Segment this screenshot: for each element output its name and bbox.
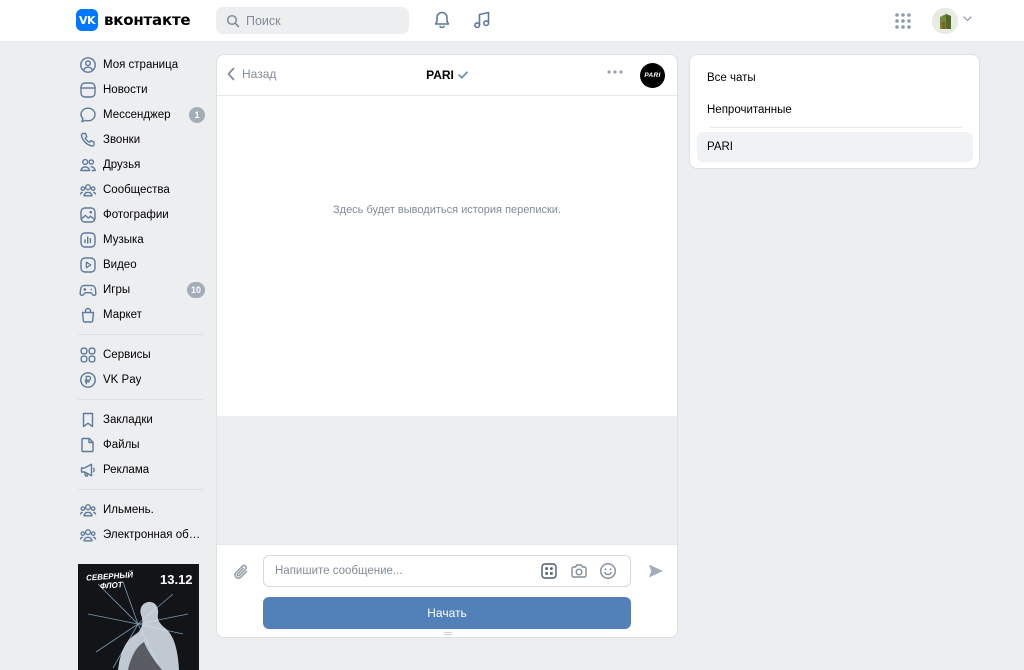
- sidebar-item-news[interactable]: Новости: [76, 77, 206, 102]
- sidebar-item-label: Игры: [103, 283, 131, 296]
- sidebar-item-label: Друзья: [103, 158, 141, 171]
- camera-icon[interactable]: [570, 562, 588, 580]
- sidebar-item-label: Реклама: [103, 463, 150, 476]
- start-button[interactable]: Начать: [263, 597, 631, 629]
- phone-icon: [79, 131, 97, 149]
- sidebar-item-bookmarks[interactable]: Закладки: [76, 407, 206, 432]
- chat-panel: Назад PARI PARI Здесь будет выводиться и…: [216, 54, 678, 638]
- chat-header: Назад PARI PARI: [217, 55, 677, 96]
- message-composer-area: Начать: [217, 544, 677, 637]
- sidebar-item-games[interactable]: Игры 10: [76, 277, 206, 302]
- vkpay-icon: [79, 371, 97, 389]
- chevron-down-icon[interactable]: [963, 16, 972, 22]
- sidebar-item-label: Видео: [103, 258, 137, 271]
- video-icon: [79, 256, 97, 274]
- chat-avatar[interactable]: PARI: [640, 63, 665, 88]
- photo-icon: [79, 206, 97, 224]
- sidebar-item-services[interactable]: Сервисы: [76, 342, 206, 367]
- top-header: VK вконтакте: [0, 0, 1024, 42]
- chat-history-area: [217, 416, 677, 544]
- sidebar-item-video[interactable]: Видео: [76, 252, 206, 277]
- gamepad-icon: [79, 281, 97, 299]
- more-dots-icon[interactable]: [606, 69, 624, 75]
- chat-title-text: PARI: [426, 68, 454, 82]
- news-icon: [79, 81, 97, 99]
- music-note-icon[interactable]: [472, 10, 492, 30]
- sidebar-item-my-page[interactable]: Моя страница: [76, 52, 206, 77]
- communities-icon: [79, 181, 97, 199]
- filter-all-chats[interactable]: Все чаты: [697, 63, 973, 93]
- sidebar-divider: [78, 334, 203, 335]
- sidebar-item-photos[interactable]: Фотографии: [76, 202, 206, 227]
- counter-badge: 10: [186, 282, 205, 298]
- sidebar-item-music[interactable]: Музыка: [76, 227, 206, 252]
- sidebar-item-label: Мессенджер: [103, 108, 171, 121]
- paperclip-icon[interactable]: [232, 562, 252, 582]
- chat-bubble-icon: [79, 106, 97, 124]
- sidebar-item-market[interactable]: Маркет: [76, 302, 206, 327]
- music-icon: [79, 231, 97, 249]
- bookmark-icon: [79, 411, 97, 429]
- chat-filter-panel: Все чаты Непрочитанные PARI: [689, 54, 980, 169]
- counter-badge: 1: [189, 107, 205, 123]
- resize-grip-icon[interactable]: [444, 632, 452, 635]
- send-arrow-icon[interactable]: [647, 562, 665, 580]
- sidebar-item-friends[interactable]: Друзья: [76, 152, 206, 177]
- filter-divider: [710, 127, 962, 128]
- bot-keyboard-icon[interactable]: [541, 563, 557, 579]
- sidebar-item-messenger[interactable]: Мессенджер 1: [76, 102, 206, 127]
- left-sidebar: Моя страница Новости Мессенджер 1 Звонки Друз…: [76, 52, 206, 547]
- sidebar-item-ads[interactable]: Реклама: [76, 457, 206, 482]
- sidebar-item-label: Файлы: [103, 438, 140, 451]
- sidebar-item-label: Новости: [103, 83, 148, 96]
- sidebar-item-ilmen[interactable]: Ильмень.: [76, 497, 206, 522]
- sidebar-item-label: Моя страница: [103, 58, 179, 71]
- sidebar-item-label: Сервисы: [103, 348, 151, 361]
- megaphone-icon: [79, 461, 97, 479]
- search-input[interactable]: [246, 13, 396, 28]
- promo-date: 13.12: [160, 572, 193, 587]
- user-circle-icon: [79, 56, 97, 74]
- promo-banner[interactable]: СЕВЕРНЫЙ ФЛОТ 13.12: [78, 564, 199, 670]
- file-icon: [79, 436, 97, 454]
- vk-logo-text: вконтакте: [104, 11, 191, 29]
- search-icon: [226, 14, 240, 28]
- community-icon: [79, 526, 97, 544]
- empty-history-text: Здесь будет выводиться история переписки…: [333, 204, 561, 216]
- filter-unread[interactable]: Непрочитанные: [697, 95, 973, 125]
- promo-title-2: ФЛОТ: [99, 580, 123, 591]
- sidebar-item-label: Музыка: [103, 233, 144, 246]
- sidebar-divider: [78, 399, 203, 400]
- apps-grid-icon[interactable]: [894, 12, 912, 30]
- bell-icon[interactable]: [432, 10, 452, 30]
- vk-logo-mark: VK: [76, 9, 98, 31]
- sidebar-item-calls[interactable]: Звонки: [76, 127, 206, 152]
- sidebar-item-label: Электронная общ...: [103, 528, 203, 541]
- vk-logo[interactable]: VK вконтакте: [76, 9, 191, 31]
- sidebar-item-label: Фотографии: [103, 208, 169, 221]
- sidebar-item-label: VK Pay: [103, 373, 142, 386]
- filter-pari[interactable]: PARI: [697, 132, 973, 162]
- sidebar-item-label: Сообщества: [103, 183, 170, 196]
- sidebar-item-label: Маркет: [103, 308, 142, 321]
- sidebar-item-files[interactable]: Файлы: [76, 432, 206, 457]
- sidebar-divider: [78, 489, 203, 490]
- services-icon: [79, 346, 97, 364]
- avatar[interactable]: [932, 8, 958, 34]
- friends-icon: [79, 156, 97, 174]
- message-box[interactable]: [263, 555, 631, 587]
- sidebar-item-label: Ильмень.: [103, 503, 154, 516]
- sidebar-item-label: Закладки: [103, 413, 153, 426]
- message-input[interactable]: [275, 565, 525, 577]
- bag-icon: [79, 306, 97, 324]
- sidebar-item-e-community[interactable]: Электронная общ...: [76, 522, 206, 547]
- verified-check-icon: [458, 71, 468, 79]
- search-box[interactable]: [216, 7, 409, 34]
- sidebar-item-label: Звонки: [103, 133, 141, 146]
- sidebar-item-communities[interactable]: Сообщества: [76, 177, 206, 202]
- sidebar-item-vkpay[interactable]: VK Pay: [76, 367, 206, 392]
- emoji-smile-icon[interactable]: [599, 562, 617, 580]
- community-icon: [79, 501, 97, 519]
